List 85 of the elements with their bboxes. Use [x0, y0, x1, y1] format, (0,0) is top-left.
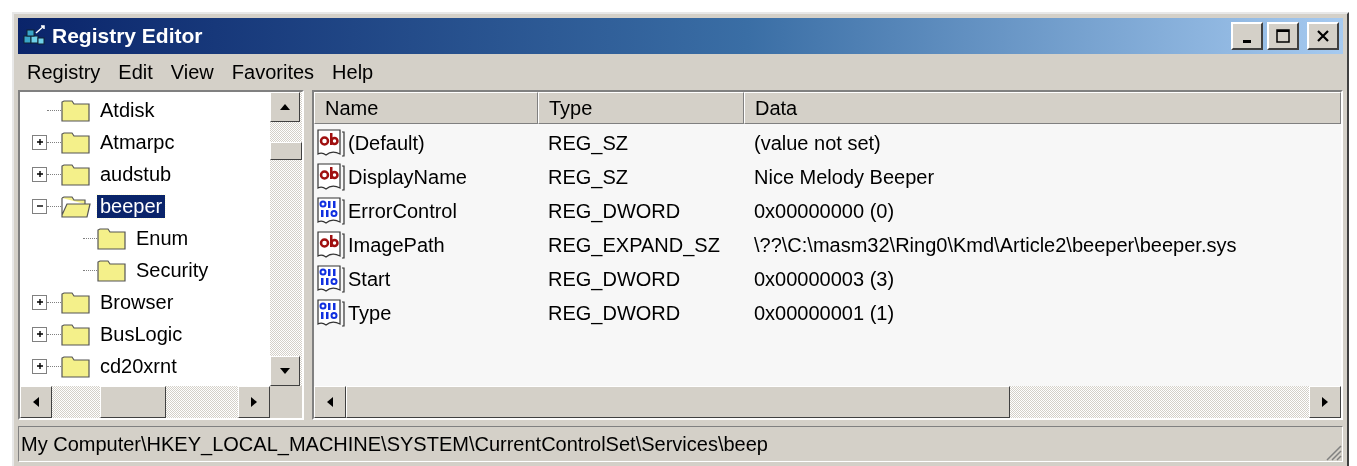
minimize-icon [1243, 39, 1251, 43]
binary-value-icon [316, 264, 346, 294]
value-name[interactable]: ImagePath [348, 233, 445, 257]
value-data: 0x00000000 (0) [753, 199, 896, 223]
expand-icon[interactable] [32, 166, 47, 182]
expand-icon[interactable] [32, 358, 47, 374]
column-header[interactable]: Data [744, 92, 1341, 124]
right-triangle-icon [250, 396, 258, 408]
minimize-button[interactable] [1231, 22, 1263, 50]
menu-item[interactable]: Edit [109, 60, 162, 84]
folder-icon [97, 257, 127, 283]
value-type: REG_DWORD [547, 199, 682, 223]
tree-item[interactable]: cd20xrnt [97, 354, 180, 378]
string-value-icon [316, 162, 346, 192]
value-name[interactable]: Type [348, 301, 392, 325]
folder-icon [61, 353, 91, 379]
tree-item[interactable]: Browser [97, 290, 177, 314]
column-header[interactable]: Type [538, 92, 744, 124]
down-triangle-icon [279, 367, 291, 375]
menu-item[interactable]: Registry [18, 60, 110, 84]
menu-item[interactable]: Help [323, 60, 383, 84]
value-type: REG_EXPAND_SZ [547, 233, 721, 257]
close-icon [1316, 29, 1330, 43]
value-data: 0x00000003 (3) [753, 267, 896, 291]
registry-cubes-icon [22, 24, 48, 48]
scroll-down-button[interactable] [270, 356, 300, 386]
tree-item[interactable]: BusLogic [97, 322, 186, 346]
collapse-icon[interactable] [32, 198, 47, 214]
scroll-left-button[interactable] [20, 386, 52, 418]
tree-item[interactable]: audstub [97, 162, 175, 186]
left-triangle-icon [326, 396, 334, 408]
tree-item[interactable]: beeper [97, 194, 166, 218]
horizontal-scrollbar[interactable] [20, 386, 302, 418]
tree-item[interactable]: Security [133, 258, 212, 282]
scroll-up-button[interactable] [270, 92, 300, 122]
maximize-icon [1276, 29, 1290, 43]
open-folder-icon [61, 193, 91, 219]
value-data: \??\C:\masm32\Ring0\Kmd\Article2\beeper\beeper.sys [753, 233, 1238, 257]
right-triangle-icon [1321, 396, 1329, 408]
tree-item[interactable]: Enum [133, 226, 192, 250]
folder-icon [61, 321, 91, 347]
close-button[interactable] [1307, 22, 1339, 50]
binary-value-icon [316, 196, 346, 226]
value-data: (value not set) [753, 131, 882, 155]
status-path: My Computer\HKEY_LOCAL_MACHINE\SYSTEM\CurrentControlSet\Services\beep [21, 432, 769, 456]
scroll-left-button[interactable] [314, 386, 346, 418]
horizontal-scrollbar[interactable] [314, 386, 1341, 418]
binary-value-icon [316, 298, 346, 328]
value-name[interactable]: ErrorControl [348, 199, 457, 223]
folder-icon [97, 225, 127, 251]
column-header[interactable]: Name [314, 92, 538, 124]
value-data: Nice Melody Beeper [753, 165, 936, 189]
menu-item[interactable]: Favorites [222, 60, 324, 84]
string-value-icon [316, 230, 346, 260]
folder-icon [61, 129, 91, 155]
maximize-button[interactable] [1267, 22, 1299, 50]
string-value-icon [316, 128, 346, 158]
scrollbar-corner [270, 386, 302, 418]
value-type: REG_DWORD [547, 301, 682, 325]
scroll-thumb[interactable] [100, 386, 166, 418]
folder-icon [61, 97, 91, 123]
expand-icon[interactable] [32, 294, 47, 310]
value-data: 0x00000001 (1) [753, 301, 896, 325]
value-type: REG_SZ [547, 165, 630, 189]
tree-item[interactable]: Atmarpc [97, 130, 178, 154]
scroll-right-button[interactable] [1309, 386, 1341, 418]
value-type: REG_SZ [547, 131, 630, 155]
scroll-thumb[interactable] [346, 386, 1010, 418]
folder-icon [61, 161, 91, 187]
tree-item[interactable]: Atdisk [97, 98, 158, 122]
vertical-scrollbar[interactable] [270, 92, 302, 386]
value-name[interactable]: Start [348, 267, 391, 291]
window-title: Registry Editor [52, 24, 203, 48]
left-triangle-icon [32, 396, 40, 408]
value-name[interactable]: (Default) [348, 131, 425, 155]
folder-icon [61, 289, 91, 315]
resize-grip-icon[interactable] [1324, 443, 1342, 461]
scroll-thumb[interactable] [270, 142, 302, 160]
up-triangle-icon [279, 103, 291, 111]
value-name[interactable]: DisplayName [348, 165, 467, 189]
scroll-right-button[interactable] [238, 386, 270, 418]
value-type: REG_DWORD [547, 267, 682, 291]
menu-item[interactable]: View [161, 60, 223, 84]
expand-icon[interactable] [32, 326, 47, 342]
expand-icon[interactable] [32, 134, 47, 150]
